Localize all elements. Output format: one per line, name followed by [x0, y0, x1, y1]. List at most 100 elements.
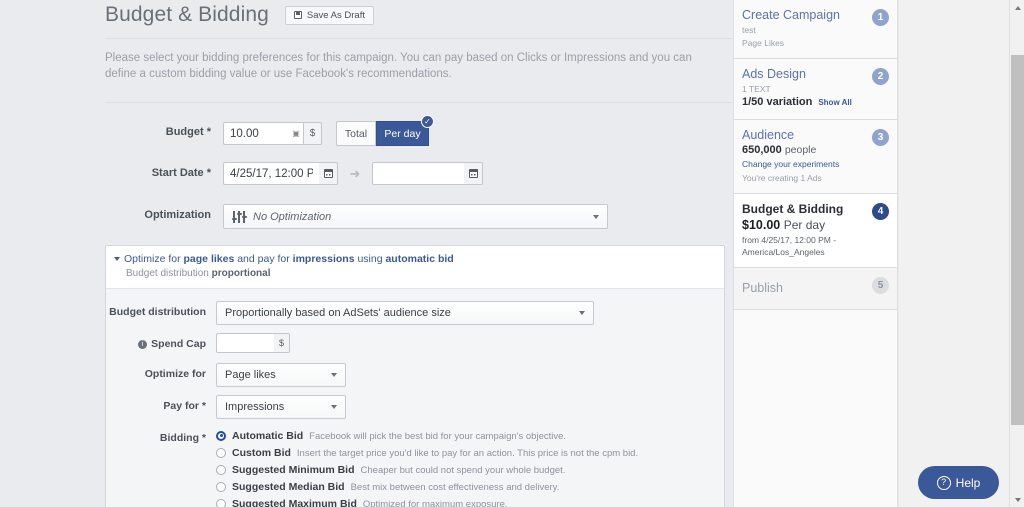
- step-ad-types: 1 TEXT: [742, 84, 771, 94]
- start-date-input[interactable]: [223, 162, 319, 185]
- bidding-option-suggested-minimum[interactable]: Suggested Minimum Bid Cheaper but could …: [216, 463, 638, 478]
- budget-label: Budget *: [165, 126, 211, 138]
- save-as-draft-button[interactable]: Save As Draft: [284, 5, 374, 25]
- budget-stepper[interactable]: ▣: [289, 122, 304, 145]
- triangle-down-icon[interactable]: [114, 257, 120, 262]
- scrollbar-thumb[interactable]: [1011, 55, 1024, 425]
- sidebar-step-audience[interactable]: Audience 650,000 people Change your expe…: [734, 120, 897, 194]
- sidebar-step-budget-bidding[interactable]: Budget & Bidding $10.00 Per day from 4/2…: [734, 194, 897, 268]
- pay-for-row: Pay for * Impressions: [106, 395, 724, 419]
- budget-distribution-select[interactable]: Proportionally based on AdSets' audience…: [216, 301, 594, 325]
- budget-distribution-row: Budget distribution Proportionally based…: [106, 301, 724, 325]
- radio-icon[interactable]: [216, 447, 226, 458]
- show-all-link[interactable]: Show All: [818, 98, 851, 107]
- step-schedule-line1: from 4/25/17, 12:00 PM -: [742, 235, 837, 245]
- chevron-down-icon: [579, 311, 585, 315]
- step-audience-size: 650,000 people: [742, 143, 863, 158]
- chevron-down-icon: [331, 405, 337, 409]
- step-title: Publish: [742, 281, 783, 295]
- main-content: Budget & Bidding Save As Draft Please se…: [0, 0, 732, 507]
- step-schedule-line2: America/Los_Angeles: [742, 247, 825, 257]
- summary-optimize-target: page likes: [183, 253, 235, 265]
- distribution-summary: Budget distribution proportional: [114, 267, 716, 281]
- budget-type-toggle: Total Per day ✓: [336, 115, 434, 146]
- budget-distribution-label: Budget distribution: [109, 306, 206, 318]
- start-date-calendar-button[interactable]: [319, 162, 338, 185]
- chevron-down-icon: [593, 214, 599, 219]
- summary-using: using: [354, 253, 386, 265]
- summary-prefix: Optimize for: [124, 253, 184, 265]
- bidding-option-title: Automatic Bid: [232, 430, 304, 442]
- bidding-label: Bidding *: [159, 432, 206, 444]
- chevron-up-icon: [1014, 5, 1021, 10]
- distribution-prefix: Budget distribution: [126, 268, 212, 279]
- radio-icon[interactable]: [216, 481, 226, 492]
- bidding-panel-body: Budget distribution Proportionally based…: [106, 289, 724, 507]
- start-date-label: Start Date *: [151, 167, 211, 179]
- floppy-disk-icon: [293, 11, 302, 19]
- budget-total-button[interactable]: Total: [336, 121, 376, 146]
- radio-icon[interactable]: [216, 464, 226, 475]
- change-experiments-link[interactable]: Change your experiments: [742, 158, 863, 171]
- summary-pay-target: impressions: [292, 253, 355, 265]
- optimization-select[interactable]: No Optimization: [223, 204, 608, 229]
- summary-bid-type: automatic bid: [385, 253, 454, 265]
- optimize-for-value: Page likes: [225, 369, 276, 381]
- sidebar-step-create-campaign[interactable]: Create Campaign test Page Likes 1: [734, 0, 897, 59]
- spend-cap-row: i Spend Cap $: [106, 333, 724, 353]
- optimize-for-select[interactable]: Page likes: [216, 363, 346, 387]
- help-button[interactable]: ? Help: [918, 466, 999, 499]
- page-scrollbar[interactable]: [1009, 0, 1024, 507]
- optimization-row: Optimization No Optimization: [105, 204, 732, 229]
- pay-for-value: Impressions: [225, 401, 285, 413]
- step-number-badge: 1: [871, 8, 890, 27]
- step-title: Budget & Bidding: [742, 202, 844, 216]
- budget-amount-value: $10.00: [742, 218, 781, 232]
- question-mark-icon: ?: [936, 475, 951, 490]
- step-number-badge: 5: [871, 276, 890, 295]
- step-number-badge: 4: [871, 202, 890, 221]
- bidding-option-suggested-maximum[interactable]: Suggested Maximum Bid Optimized for maxi…: [216, 497, 638, 507]
- radio-icon[interactable]: [216, 498, 226, 507]
- step-ads-note: You're creating 1 Ads: [742, 173, 822, 183]
- check-icon: ✓: [421, 115, 434, 128]
- right-gutter: [899, 0, 1024, 507]
- bidding-panel-header[interactable]: Optimize for page likes and pay for impr…: [106, 246, 724, 289]
- bidding-summary: Optimize for page likes and pay for impr…: [114, 252, 716, 267]
- bidding-option-suggested-median[interactable]: Suggested Median Bid Best mix between co…: [216, 480, 638, 495]
- step-campaign-objective: Page Likes: [742, 38, 785, 48]
- pay-for-label: Pay for *: [163, 400, 206, 412]
- optimize-for-row: Optimize for Page likes: [106, 363, 724, 387]
- radio-icon[interactable]: [216, 430, 226, 441]
- budget-input[interactable]: [223, 122, 289, 145]
- spend-cap-input[interactable]: [216, 333, 274, 353]
- page-header: Budget & Bidding Save As Draft: [105, 0, 732, 30]
- optimization-label: Optimization: [144, 209, 211, 221]
- sidebar-step-ads-design[interactable]: Ads Design 1 TEXT 1/50 variation Show Al…: [734, 59, 897, 120]
- bidding-option-custom[interactable]: Custom Bid Insert the target price you'd…: [216, 446, 638, 461]
- end-date-calendar-button[interactable]: [464, 162, 483, 185]
- bidding-option-desc: Best mix between cost effectiveness and …: [350, 482, 560, 493]
- bidding-option-automatic[interactable]: Automatic Bid Facebook will pick the bes…: [216, 429, 638, 444]
- budget-row: Budget * ▣ $ Total Per day ✓: [105, 115, 732, 146]
- save-as-draft-label: Save As Draft: [306, 9, 365, 21]
- spend-cap-label: i Spend Cap: [106, 333, 216, 350]
- info-icon[interactable]: i: [138, 339, 148, 349]
- intro-text: Please select your bidding preferences f…: [105, 52, 692, 80]
- sidebar-step-publish[interactable]: Publish 5: [734, 268, 897, 310]
- spend-cap-label-text: Spend Cap: [151, 338, 206, 350]
- pay-for-select[interactable]: Impressions: [216, 395, 346, 419]
- calendar-icon: [468, 169, 478, 178]
- scroll-down-button[interactable]: [1010, 492, 1024, 507]
- bidding-option-desc: Cheaper but could not spend your whole b…: [360, 465, 566, 476]
- step-number-badge: 2: [871, 67, 890, 86]
- summary-mid: and pay for: [234, 253, 293, 265]
- optimize-for-label: Optimize for: [144, 368, 206, 380]
- budget-distribution-value: Proportionally based on AdSets' audience…: [225, 307, 451, 319]
- app-page: Budget & Bidding Save As Draft Please se…: [0, 0, 1024, 507]
- scroll-up-button[interactable]: [1010, 0, 1024, 15]
- help-label: Help: [955, 475, 981, 490]
- bidding-radio-group: Automatic Bid Facebook will pick the bes…: [216, 427, 638, 507]
- chevron-down-icon: [1014, 497, 1021, 502]
- end-date-input[interactable]: [372, 162, 464, 185]
